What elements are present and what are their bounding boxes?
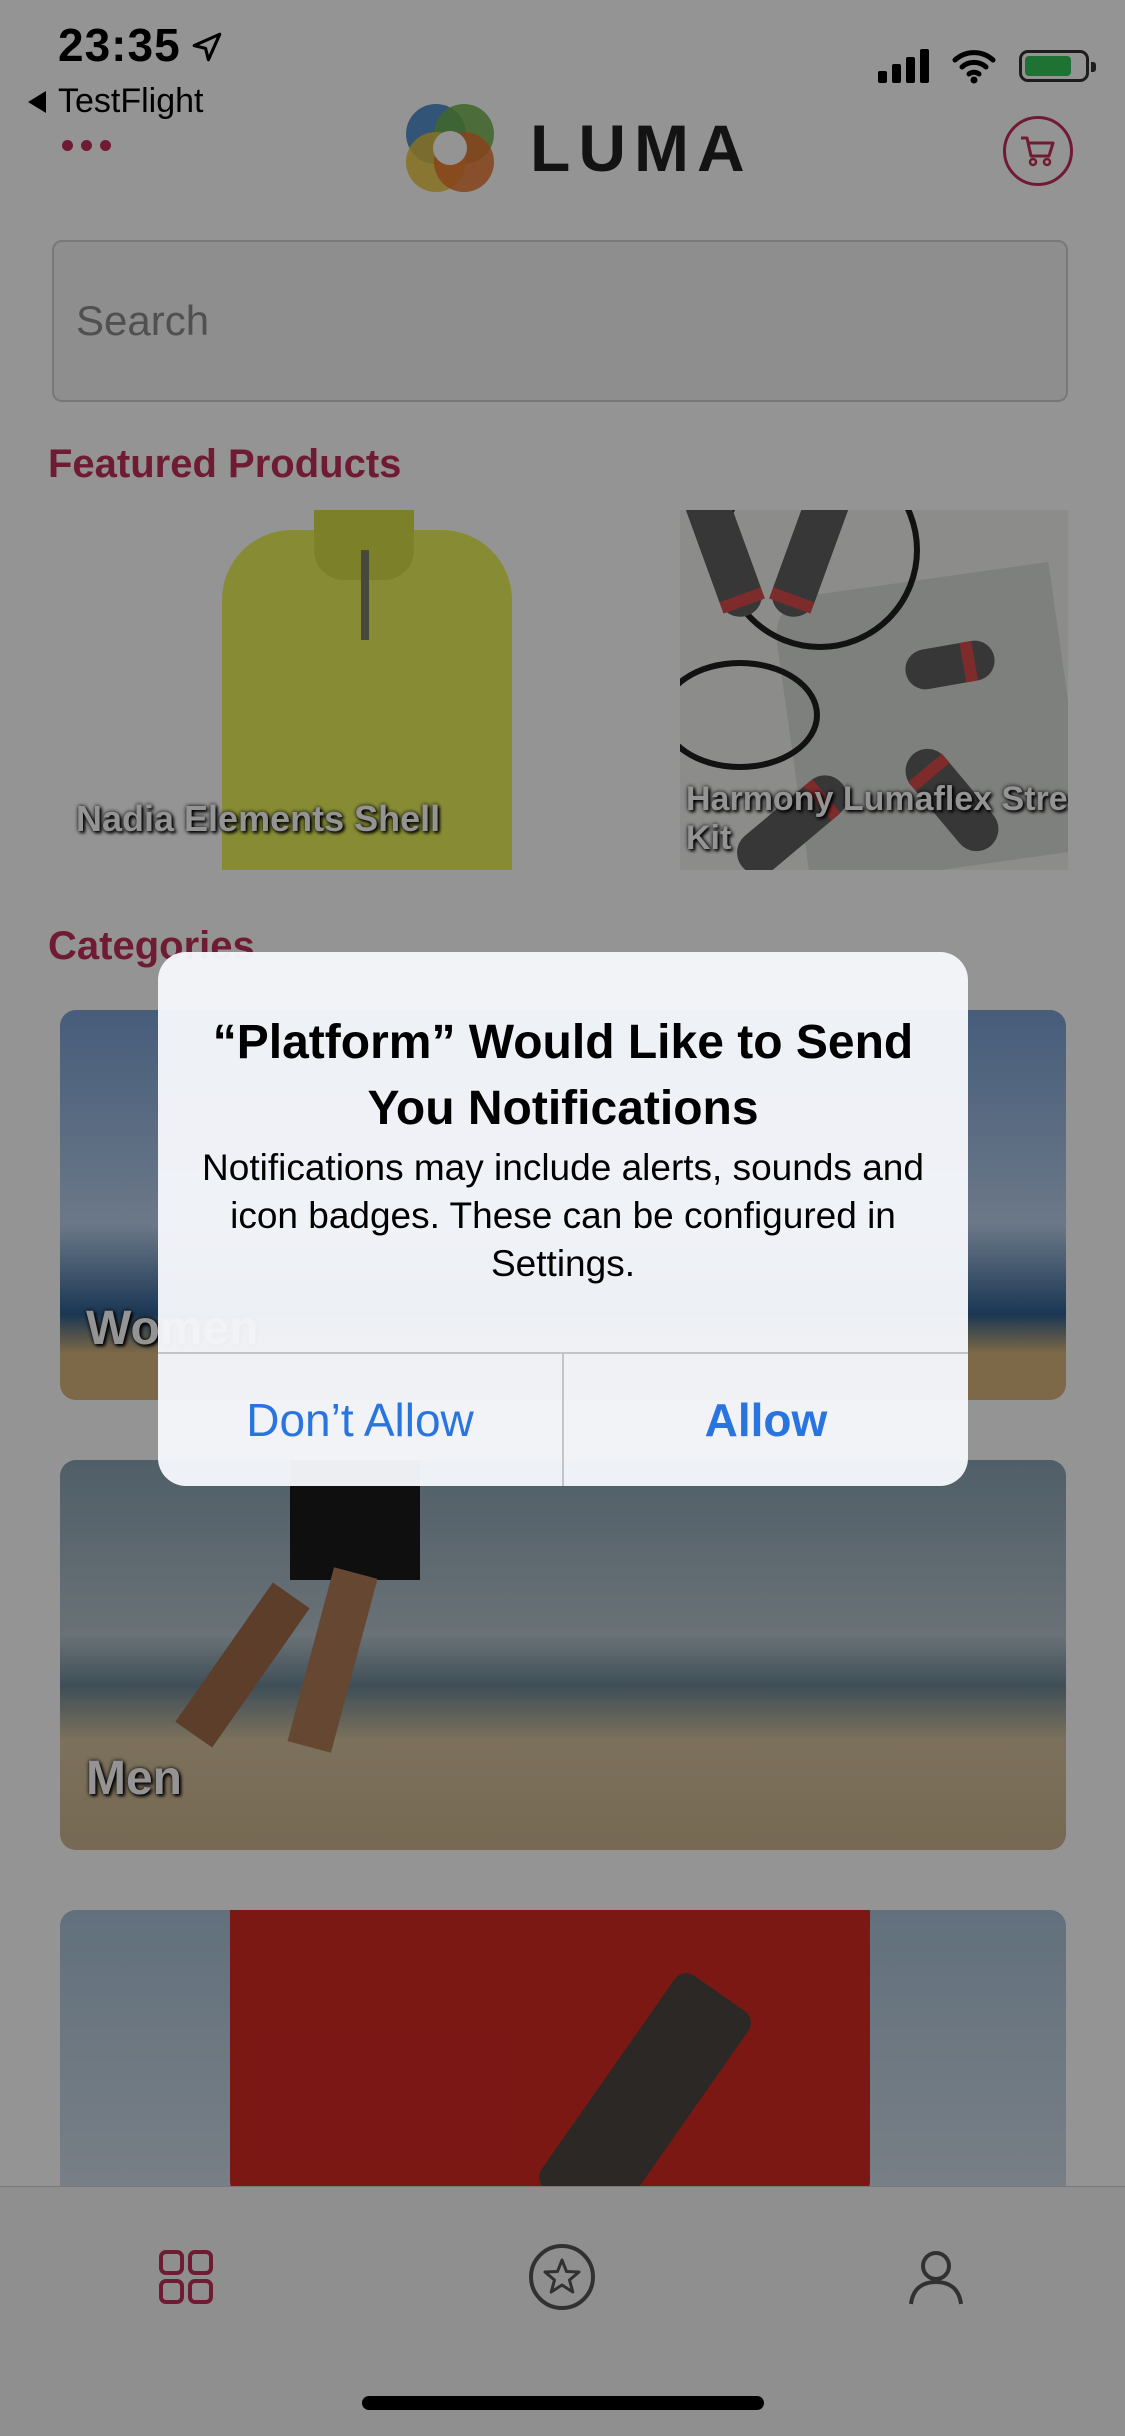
notification-permission-alert: “Platform” Would Like to Send You Notifi… [158, 952, 968, 1486]
app-screen: 23:35 TestFlight LUMA Search Featured Pr… [0, 0, 1125, 2436]
alert-title: “Platform” Would Like to Send You Notifi… [212, 1016, 914, 1135]
dont-allow-button[interactable]: Don’t Allow [158, 1354, 562, 1486]
alert-message: Notifications may include alerts, sounds… [202, 1147, 924, 1284]
allow-button[interactable]: Allow [564, 1354, 968, 1486]
